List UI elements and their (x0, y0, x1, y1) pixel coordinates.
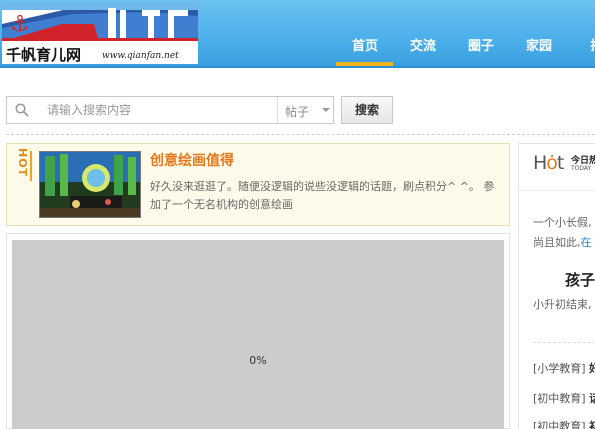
nav-item-home-garden[interactable]: 家园 (510, 38, 568, 66)
search-icon (15, 103, 29, 117)
search-type-select[interactable]: 帖子 (285, 103, 309, 120)
loading-progress-text: 0% (249, 354, 267, 367)
hot-topic-card: HOT 创意绘画值得 好久没来逛逛了。随便没逻辑的说些没逻辑的话题，刷点积分^ … (6, 143, 510, 226)
hot-description: 好久没来逛逛了。随便没逻辑的说些没逻辑的话题，刷点积分^ ^。 参加了一个无名机… (150, 180, 495, 211)
site-logo[interactable]: ⚓ 千帆育儿网 www.qianfan.net (2, 2, 198, 64)
main-content-panel: 0% (6, 233, 510, 429)
hot-accent-bar (30, 151, 32, 181)
nav-item-exchange[interactable]: 交流 (394, 38, 452, 66)
loading-placeholder: 0% (12, 240, 504, 429)
dashed-divider (6, 134, 595, 135)
list-item-title: 好 (589, 362, 595, 375)
sidebar-text-line: 尚且如此,在 (533, 234, 592, 250)
search-input[interactable] (47, 102, 272, 118)
hot-title-link[interactable]: 创意绘画值得 (150, 150, 234, 170)
logo-url-text: www.qianfan.net (102, 51, 179, 61)
nav-item-home[interactable]: 首页 (336, 38, 394, 66)
list-item-title: 话 (589, 392, 595, 405)
search-button[interactable]: 搜索 (341, 96, 393, 124)
logo-brand-text: 千帆育儿网 (6, 46, 82, 64)
chevron-down-icon[interactable] (322, 108, 330, 112)
main-nav: 首页 交流 圈子 家园 播 (336, 38, 595, 66)
today-hot-sidebar: Hȯt 今日热 TODAY 一个小长假, 尚且如此,在 孩子 小升初结束, [小… (518, 143, 595, 429)
sidebar-list-item[interactable]: [初中教育] 初 (533, 418, 595, 429)
sidebar-list-item[interactable]: [小学教育] 好 (533, 360, 595, 376)
sidebar-headline[interactable]: 孩子 (565, 269, 595, 290)
list-item-title: 初 (589, 420, 595, 429)
category-tag: [小学教育] (533, 362, 586, 375)
search-bar: 帖子 (6, 96, 334, 124)
hot-logo: Hȯt (533, 152, 564, 174)
sidebar-divider (519, 190, 595, 191)
header-divider (0, 66, 595, 68)
sidebar-text-fragment: 尚且如此, (533, 236, 581, 249)
sidebar-dashed-divider (533, 342, 595, 343)
nav-item-circles[interactable]: 圈子 (452, 38, 510, 66)
nav-item-broadcast[interactable]: 播 (568, 38, 595, 66)
hot-thumbnail[interactable] (39, 151, 141, 218)
today-hot-subtitle: TODAY (571, 165, 592, 172)
category-tag: [初中教育] (533, 420, 586, 429)
sidebar-subtext: 小升初结束, (533, 298, 592, 311)
anchor-icon: ⚓ (10, 12, 30, 37)
site-header: ⚓ 千帆育儿网 www.qianfan.net 首页 交流 圈子 家园 播 (0, 0, 595, 68)
sidebar-list-item[interactable]: [初中教育] 话 (533, 390, 595, 406)
hot-tag: HOT (16, 148, 29, 178)
thumbnail-image (40, 152, 140, 217)
sidebar-link[interactable]: 在 (581, 236, 592, 249)
category-tag: [初中教育] (533, 392, 586, 405)
search-divider (277, 97, 278, 123)
sidebar-text-line: 一个小长假, (533, 216, 592, 229)
